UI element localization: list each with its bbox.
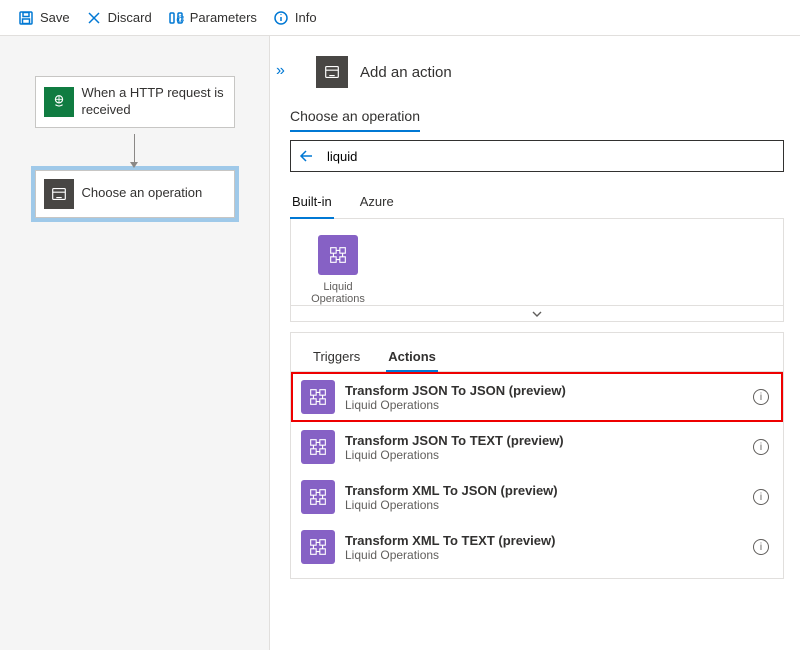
actions-results: Triggers Actions Transform JSON To JSON …	[290, 332, 784, 579]
parameters-icon: @	[168, 10, 184, 26]
collapse-panel-icon[interactable]: »	[276, 62, 285, 80]
http-trigger-icon	[44, 87, 74, 117]
tab-azure[interactable]: Azure	[358, 186, 396, 218]
panel-title: Add an action	[360, 64, 452, 81]
parameters-button[interactable]: @ Parameters	[160, 8, 265, 28]
trigger-node-label: When a HTTP request is received	[82, 85, 226, 119]
action-info-icon[interactable]: i	[753, 389, 769, 405]
flow-arrow	[134, 134, 135, 164]
info-icon	[273, 10, 289, 26]
info-label: Info	[295, 10, 317, 25]
toolbar: Save Discard @ Parameters Info	[0, 0, 800, 36]
action-subtitle: Liquid Operations	[345, 498, 558, 512]
choose-operation-node[interactable]: Choose an operation	[35, 170, 235, 218]
action-info-icon[interactable]: i	[753, 439, 769, 455]
source-tabs: Built-in Azure	[290, 186, 784, 219]
connector-liquid-operations[interactable]: Liquid Operations	[305, 235, 371, 305]
discard-icon	[86, 10, 102, 26]
parameters-label: Parameters	[190, 10, 257, 25]
search-input[interactable]	[321, 145, 783, 168]
action-title: Transform JSON To TEXT (preview)	[345, 433, 564, 448]
liquid-action-icon	[301, 480, 335, 514]
result-tabs: Triggers Actions	[291, 333, 783, 372]
save-icon	[18, 10, 34, 26]
choose-node-label: Choose an operation	[82, 185, 203, 202]
save-label: Save	[40, 10, 70, 25]
action-title: Transform XML To JSON (preview)	[345, 483, 558, 498]
panel-header-icon	[316, 56, 348, 88]
tab-actions[interactable]: Actions	[386, 343, 438, 372]
liquid-action-icon	[301, 430, 335, 464]
search-box	[290, 140, 784, 172]
action-row[interactable]: Transform XML To JSON (preview) Liquid O…	[291, 472, 783, 522]
trigger-node-http-request[interactable]: When a HTTP request is received	[35, 76, 235, 128]
action-subtitle: Liquid Operations	[345, 448, 564, 462]
action-title: Transform XML To TEXT (preview)	[345, 533, 555, 548]
action-panel: » Add an action Choose an operation Buil…	[270, 36, 800, 650]
connector-grid: Liquid Operations	[290, 219, 784, 306]
tab-built-in[interactable]: Built-in	[290, 186, 334, 219]
liquid-action-icon	[301, 530, 335, 564]
liquid-action-icon	[301, 380, 335, 414]
liquid-connector-icon	[318, 235, 358, 275]
connector-label: Liquid Operations	[305, 281, 371, 305]
expand-connectors-bar[interactable]	[290, 306, 784, 322]
action-info-icon[interactable]: i	[753, 539, 769, 555]
discard-button[interactable]: Discard	[78, 8, 160, 28]
info-button[interactable]: Info	[265, 8, 325, 28]
save-button[interactable]: Save	[10, 8, 78, 28]
designer-canvas[interactable]: When a HTTP request is received Choose a…	[0, 36, 270, 650]
tab-triggers[interactable]: Triggers	[311, 343, 362, 371]
operation-icon	[44, 179, 74, 209]
panel-subtitle: Choose an operation	[290, 102, 420, 132]
action-info-icon[interactable]: i	[753, 489, 769, 505]
action-subtitle: Liquid Operations	[345, 548, 555, 562]
search-back-icon[interactable]	[291, 141, 321, 171]
action-row[interactable]: Transform JSON To TEXT (preview) Liquid …	[291, 422, 783, 472]
action-row[interactable]: Transform XML To TEXT (preview) Liquid O…	[291, 522, 783, 572]
action-subtitle: Liquid Operations	[345, 398, 566, 412]
action-row[interactable]: Transform JSON To JSON (preview) Liquid …	[291, 372, 783, 422]
discard-label: Discard	[108, 10, 152, 25]
action-title: Transform JSON To JSON (preview)	[345, 383, 566, 398]
